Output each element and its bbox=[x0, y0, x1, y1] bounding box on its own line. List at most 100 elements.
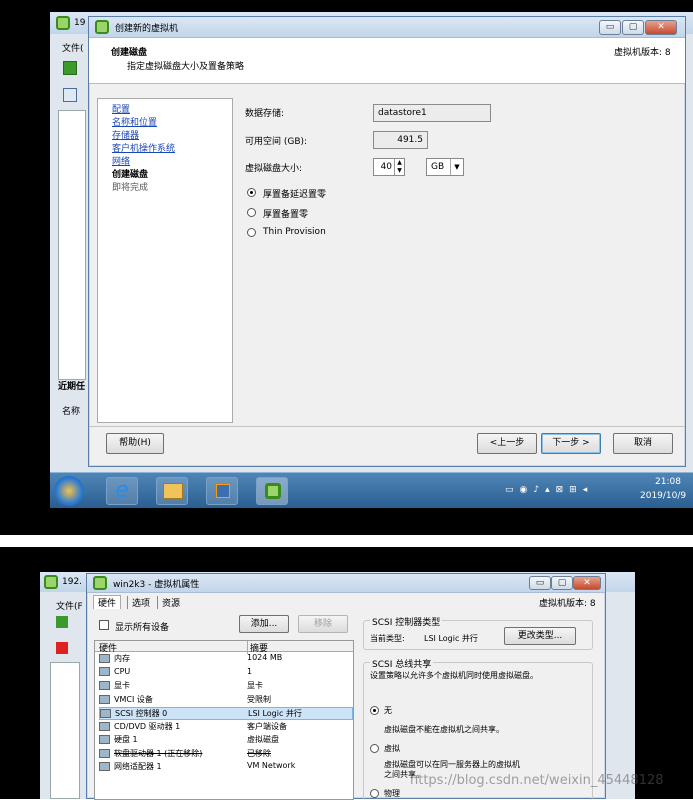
back-icon[interactable] bbox=[63, 61, 77, 75]
tray-icons[interactable]: ▭◉♪▴⊠⊞◂ bbox=[505, 485, 627, 497]
page-title: 创建磁盘 bbox=[111, 48, 148, 58]
device-summary: VM Network bbox=[247, 761, 296, 770]
vm-version: 虚拟机版本: 8 bbox=[614, 48, 671, 58]
free-space-label: 可用空间 (GB): bbox=[245, 137, 308, 147]
device-summary: 显卡 bbox=[247, 681, 263, 690]
step-network[interactable]: 网络 bbox=[112, 154, 130, 167]
start-button-icon[interactable] bbox=[54, 476, 84, 506]
step-ready: 即将完成 bbox=[112, 183, 149, 193]
datastore-field: datastore1 bbox=[373, 104, 491, 122]
bus-sharing-group-title: SCSI 总线共享 bbox=[370, 657, 434, 670]
step-config[interactable]: 配置 bbox=[112, 102, 130, 115]
new-vm-wizard-window: 创建新的虚拟机 ▭ ▢ ✕ 创建磁盘 指定虚拟磁盘大小及置备策略 虚拟机版本: … bbox=[88, 16, 686, 467]
step-storage[interactable]: 存储器 bbox=[112, 128, 139, 141]
media-player-icon[interactable] bbox=[206, 477, 238, 505]
radio-share-none[interactable] bbox=[370, 706, 379, 715]
help-button[interactable]: 帮助(H) bbox=[106, 433, 164, 454]
taskbar: e ▭◉♪▴⊠⊞◂ 21:08 2019/10/9 bbox=[50, 472, 693, 508]
next-button[interactable]: 下一步 > bbox=[541, 433, 601, 454]
device-name: VMCI 设备 bbox=[114, 694, 153, 704]
explorer-icon[interactable] bbox=[156, 477, 188, 505]
inventory-pane bbox=[58, 110, 86, 380]
minimize-button[interactable]: ▭ bbox=[599, 20, 621, 35]
device-name: CD/DVD 驱动器 1 bbox=[114, 721, 181, 731]
show-all-checkbox[interactable] bbox=[99, 620, 109, 630]
back-icon-2[interactable] bbox=[56, 616, 68, 628]
add-hardware-button[interactable]: 添加... bbox=[239, 615, 289, 633]
datastore-label: 数据存储: bbox=[245, 109, 285, 119]
app-icon-2 bbox=[44, 575, 58, 589]
disk-size-spinner[interactable]: ▲ ▼ bbox=[394, 159, 404, 175]
device-row[interactable]: CPU 1 bbox=[99, 666, 353, 680]
tree-icon[interactable] bbox=[63, 88, 77, 102]
radio-thick-lazy[interactable] bbox=[247, 188, 256, 197]
cancel-button[interactable]: 取消 bbox=[613, 433, 673, 454]
device-row[interactable]: 网络适配器 1 VM Network bbox=[99, 761, 353, 774]
recent-tasks-label: 近期任 bbox=[58, 382, 86, 392]
tab-resources[interactable]: 资源 bbox=[157, 596, 180, 609]
device-name: 显卡 bbox=[114, 681, 130, 690]
harddisk-icon bbox=[99, 735, 110, 744]
back-button[interactable]: <上一步 bbox=[477, 433, 537, 454]
device-name: SCSI 控制器 0 bbox=[115, 709, 168, 718]
device-row[interactable]: CD/DVD 驱动器 1 客户端设备 bbox=[99, 721, 353, 734]
close-button[interactable]: ✕ bbox=[645, 20, 677, 35]
device-row[interactable]: VMCI 设备 受限制 bbox=[99, 694, 353, 707]
device-summary: 虚拟磁盘 bbox=[247, 735, 279, 744]
menu-file-2[interactable]: 文件(F bbox=[56, 599, 83, 612]
maximize-button-2[interactable]: ▢ bbox=[551, 576, 573, 590]
label-thick-lazy: 厚置备延迟置零 bbox=[263, 190, 327, 200]
share-none-desc: 虚拟磁盘不能在虚拟机之间共享。 bbox=[384, 725, 504, 734]
device-row[interactable]: 内存 1024 MB bbox=[99, 653, 353, 666]
clock-date[interactable]: 2019/10/9 bbox=[640, 491, 686, 501]
form-pane: 数据存储: datastore1 可用空间 (GB): 491.5 虚拟磁盘大小… bbox=[237, 98, 679, 423]
floppy-icon bbox=[99, 748, 110, 758]
wizard-titlebar: 创建新的虚拟机 ▭ ▢ ✕ bbox=[89, 17, 685, 38]
scsi-icon bbox=[100, 709, 111, 718]
tab-options[interactable]: 选项 bbox=[127, 596, 150, 609]
properties-title: win2k3 - 虚拟机属性 bbox=[113, 580, 200, 590]
ie-icon[interactable]: e bbox=[106, 477, 138, 505]
device-name: 网络适配器 1 bbox=[114, 762, 162, 771]
close-button-2[interactable]: ✕ bbox=[573, 576, 601, 590]
radio-thick-eager[interactable] bbox=[247, 208, 256, 217]
minimize-button-2[interactable]: ▭ bbox=[529, 576, 551, 590]
wizard-header: 创建磁盘 指定虚拟磁盘大小及置备策略 虚拟机版本: 8 bbox=[89, 38, 685, 84]
device-name: 内存 bbox=[114, 654, 130, 663]
device-row[interactable]: 显卡 显卡 bbox=[99, 680, 353, 693]
remove-hardware-button[interactable]: 移除 bbox=[298, 615, 348, 633]
chevron-down-icon[interactable]: ▼ bbox=[450, 159, 463, 175]
radio-share-physical[interactable] bbox=[370, 789, 379, 798]
radio-share-virtual[interactable] bbox=[370, 744, 379, 753]
vsphere-client-icon[interactable] bbox=[256, 477, 288, 505]
hardware-list: 硬件 摘要 内存 1024 MB CPU 1 显卡 显卡 VMCI 设备 受限制 SCSI 控制… bbox=[94, 640, 354, 800]
maximize-button[interactable]: ▢ bbox=[622, 20, 644, 35]
stop-icon[interactable] bbox=[56, 642, 68, 654]
radio-thin[interactable] bbox=[247, 228, 256, 237]
tab-hardware[interactable]: 硬件 bbox=[93, 595, 122, 609]
menu-file[interactable]: 文件( bbox=[62, 41, 84, 54]
cdrom-icon bbox=[99, 721, 110, 731]
step-create-disk: 创建磁盘 bbox=[112, 170, 149, 180]
show-all-label: 显示所有设备 bbox=[115, 623, 170, 633]
clock-time[interactable]: 21:08 bbox=[655, 477, 681, 487]
device-row[interactable]: 硬盘 1 虚拟磁盘 bbox=[99, 734, 353, 747]
change-type-button[interactable]: 更改类型... bbox=[504, 627, 576, 645]
label-share-virtual: 虚拟 bbox=[384, 744, 400, 753]
vm-version-2: 虚拟机版本: 8 bbox=[539, 599, 596, 609]
label-thin: Thin Provision bbox=[263, 227, 326, 237]
device-row[interactable]: SCSI 控制器 0 LSI Logic 并行 bbox=[99, 707, 353, 720]
network-icon bbox=[99, 762, 110, 771]
vm-properties-window: win2k3 - 虚拟机属性 ▭ ▢ ✕ 硬件 选项 资源 虚拟机版本: 8 显… bbox=[86, 573, 606, 800]
device-name: 软盘驱动器 1 (正在移除) bbox=[114, 748, 203, 758]
app-icon bbox=[56, 16, 70, 30]
scsi-type-group-title: SCSI 控制器类型 bbox=[370, 615, 443, 628]
device-summary: 1024 MB bbox=[247, 653, 283, 662]
device-name: 硬盘 1 bbox=[114, 735, 138, 744]
vmci-icon bbox=[99, 694, 110, 704]
device-row[interactable]: 软盘驱动器 1 (正在移除) 已移除 bbox=[99, 748, 353, 761]
device-summary: 已移除 bbox=[247, 748, 271, 758]
step-guest-os[interactable]: 客户机操作系统 bbox=[112, 141, 175, 154]
step-name-location[interactable]: 名称和位置 bbox=[112, 115, 157, 128]
label-share-physical: 物理 bbox=[384, 789, 400, 798]
